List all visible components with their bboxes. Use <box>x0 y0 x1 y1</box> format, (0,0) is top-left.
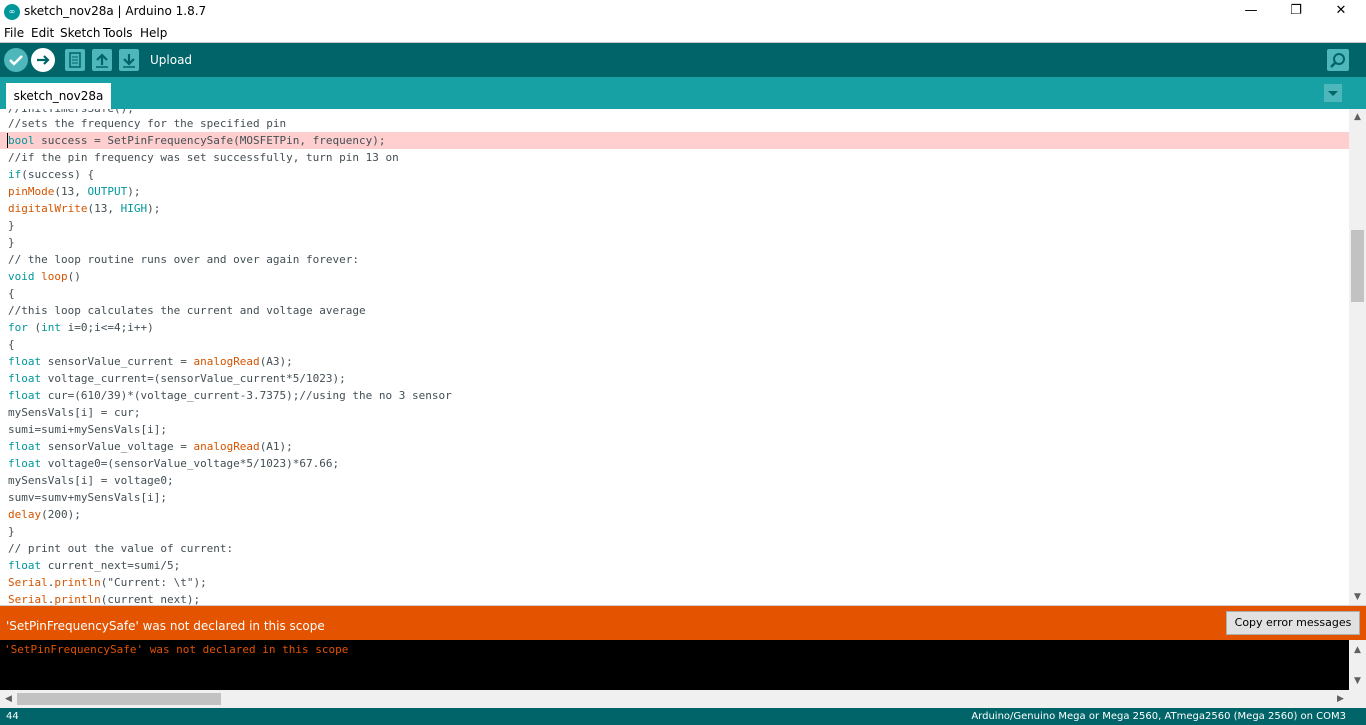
code-line: Serial.println("Current: \t"); <box>8 576 207 589</box>
code-line: { <box>8 338 15 351</box>
chevron-down-icon <box>1328 91 1338 96</box>
serial-monitor-button[interactable] <box>1327 49 1349 71</box>
code-line: //this loop calculates the current and v… <box>8 304 366 317</box>
text-caret <box>7 133 8 148</box>
code-line: float sensorValue_current = analogRead(A… <box>8 355 293 368</box>
menu-help[interactable]: Help <box>140 26 167 40</box>
code-line: } <box>8 219 15 232</box>
code-line: mySensVals[i] = cur; <box>8 406 141 419</box>
code-line: { <box>8 287 15 300</box>
code-line: float voltage0=(sensorValue_voltage*5/10… <box>8 457 340 470</box>
code-line: pinMode(13, OUTPUT); <box>8 185 141 198</box>
maximize-button[interactable]: ❐ <box>1273 0 1319 24</box>
tab-menu-button[interactable] <box>1324 84 1342 102</box>
code-line: } <box>8 525 15 538</box>
arduino-logo-icon: ∞ <box>4 4 20 20</box>
code-editor[interactable]: //InitTimersSafe(); //sets the frequency… <box>0 109 1366 606</box>
arrow-up-icon <box>96 53 108 68</box>
menu-sketch[interactable]: Sketch <box>60 26 100 40</box>
minimize-button[interactable]: — <box>1228 0 1274 24</box>
code-line: //sets the frequency for the specified p… <box>8 117 287 130</box>
horizontal-scroll-thumb[interactable] <box>17 693 221 705</box>
code-line-error: bool success = SetPinFrequencySafe(MOSFE… <box>0 132 1349 149</box>
menu-tools[interactable]: Tools <box>103 26 133 40</box>
save-button[interactable] <box>119 49 139 71</box>
scroll-right-icon[interactable]: ▶ <box>1332 690 1349 708</box>
code-line: float current_next=sumi/5; <box>8 559 181 572</box>
scroll-down-icon[interactable]: ▼ <box>1349 589 1366 605</box>
scroll-left-icon[interactable]: ◀ <box>0 690 17 708</box>
code-line: delay(200); <box>8 508 81 521</box>
code-line: // print out the value of current: <box>8 542 234 555</box>
copy-error-messages-button[interactable]: Copy error messages <box>1226 611 1360 635</box>
tab-sketch[interactable]: sketch_nov28a <box>6 83 111 109</box>
console-error-text: 'SetPinFrequencySafe' was not declared i… <box>4 643 349 656</box>
code-line: void loop() <box>8 270 81 283</box>
editor-vertical-scrollbar[interactable]: ▲ ▼ <box>1349 109 1366 605</box>
code-line: float cur=(610/39)*(voltage_current-3.73… <box>8 389 452 402</box>
toolbar: Upload <box>0 43 1366 77</box>
code-line: } <box>8 236 15 249</box>
board-info: Arduino/Genuino Mega or Mega 2560, ATmeg… <box>971 711 1346 722</box>
toolbar-hover-label: Upload <box>150 53 193 67</box>
document-icon <box>69 52 81 68</box>
console-vertical-scrollbar[interactable]: ▲ ▼ <box>1349 640 1366 690</box>
code-line: digitalWrite(13, HIGH); <box>8 202 161 215</box>
new-button[interactable] <box>65 49 85 71</box>
editor-scroll-thumb[interactable] <box>1351 230 1364 302</box>
code-line: // the loop routine runs over and over a… <box>8 253 359 266</box>
verify-button[interactable] <box>4 48 28 72</box>
open-button[interactable] <box>92 49 112 71</box>
line-number: 44 <box>6 711 19 722</box>
error-message: 'SetPinFrequencySafe' was not declared i… <box>6 619 325 633</box>
console-horizontal-scrollbar[interactable]: ◀ ▶ <box>0 690 1349 708</box>
error-bar: 'SetPinFrequencySafe' was not declared i… <box>0 606 1366 640</box>
magnifier-icon <box>1330 53 1345 68</box>
code-line: if(success) { <box>8 168 95 181</box>
window-title: sketch_nov28a | Arduino 1.8.7 <box>24 4 207 18</box>
close-button[interactable]: ✕ <box>1318 0 1364 24</box>
arrow-down-icon <box>123 54 135 68</box>
code-line: Serial.println(current_next); <box>8 593 201 606</box>
code-line: sumi=sumi+mySensVals[i]; <box>8 423 167 436</box>
code-line: //if the pin frequency was set successfu… <box>8 151 399 164</box>
scroll-up-icon[interactable]: ▲ <box>1349 109 1366 126</box>
check-icon <box>9 55 23 66</box>
code-line: for (int i=0;i<=4;i++) <box>8 321 154 334</box>
console-output[interactable]: 'SetPinFrequencySafe' was not declared i… <box>0 640 1366 690</box>
menu-edit[interactable]: Edit <box>31 26 54 40</box>
code-line: float sensorValue_voltage = analogRead(A… <box>8 440 293 453</box>
scrollbar-corner <box>1349 690 1366 708</box>
arrow-right-icon <box>37 55 50 65</box>
code-line: sumv=sumv+mySensVals[i]; <box>8 491 167 504</box>
console-scroll-up-icon[interactable]: ▲ <box>1349 642 1366 659</box>
code-line: mySensVals[i] = voltage0; <box>8 474 174 487</box>
console-scroll-down-icon[interactable]: ▼ <box>1349 673 1366 690</box>
status-bar: 44 Arduino/Genuino Mega or Mega 2560, AT… <box>0 708 1366 725</box>
code-line: float voltage_current=(sensorValue_curre… <box>8 372 346 385</box>
menu-bar: File Edit Sketch Tools Help <box>0 24 1366 43</box>
title-bar: ∞ sketch_nov28a | Arduino 1.8.7 — ❐ ✕ <box>0 0 1366 24</box>
upload-button[interactable] <box>31 48 55 72</box>
menu-file[interactable]: File <box>4 26 24 40</box>
tab-bar: sketch_nov28a <box>0 77 1366 109</box>
